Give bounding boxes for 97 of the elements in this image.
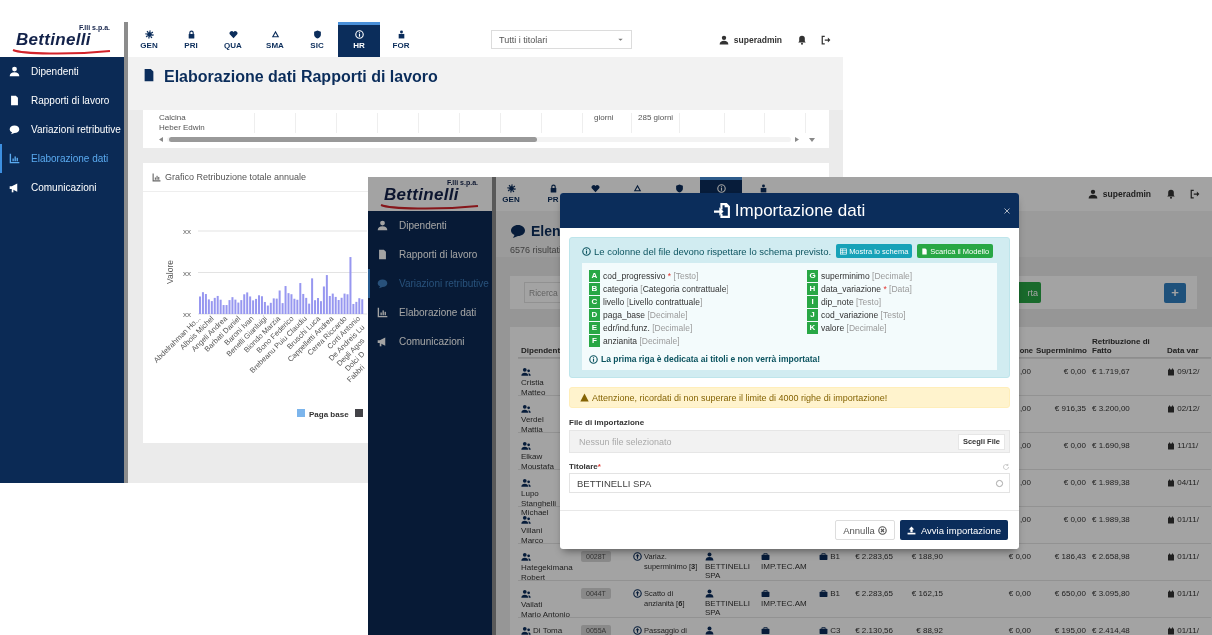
column-letter: E [589,321,600,334]
table-cell: Vailati Mario Antonio [521,600,570,619]
table-cell: € 1.989,38 [1092,515,1130,524]
table-cell: Calcina [159,113,186,122]
table-cell: € 0,00 [1063,515,1086,524]
table-cell: ,00 [1019,367,1031,376]
table-cell: € 195,00 [1054,626,1086,635]
tick-label: xx [183,310,191,319]
schema-field: valore [Decimale] [821,322,887,333]
column-letter: K [807,321,818,334]
schema-field: cod_progressivo * [Testo] [603,270,699,281]
table-cell: ,00 [1019,478,1031,487]
table-cell: € 650,00 [1054,589,1086,598]
table-cell: € 0,00 [1063,478,1086,487]
field-label: File di importazione [569,418,646,427]
schema-field: anzianita [Decimale] [603,335,680,346]
table-cell: € 2.414,48 [1092,626,1130,635]
table-cell: € 1.989,38 [1092,478,1130,487]
column-letter: F [589,334,600,347]
note-text: La prima riga è dedicata ai titoli e non verrà importata! [601,354,821,364]
page-title: Elen [531,223,561,239]
table-cell: € 0,00 [1008,626,1031,635]
table-cell: € 0,00 [1063,367,1086,376]
tick-label: xx [183,227,191,236]
table-cell: ,00 [1019,441,1031,450]
column-letter: C [589,295,600,308]
table-cell: € 916,35 [1054,404,1086,413]
table-cell: 09/12/ [1177,367,1200,376]
schema-field: superminimo [Decimale] [821,270,913,281]
info-text: Le colonne del file devono rispettare lo schema previsto. [594,245,832,257]
warning-text: Attenzione, ricordati di non superare il limite di 4000 righe di importazione! [592,392,888,403]
schema-field: edr/ind.funz. [Decimale] [603,322,693,333]
table-cell: IMP.TEC.AM [761,598,807,608]
result-count: 6576 risultati [510,245,562,255]
table-cell: 285 giorni [638,113,674,122]
table-cell: Lupo Stanghelli Michael [521,489,557,517]
dialog-title: Importazione dati [734,200,866,221]
table-cell: € 88,92 [916,626,943,635]
table-cell: € 3.200,00 [1092,404,1130,413]
tick-label: xx [183,268,191,278]
field-label: Titolare* [569,462,601,471]
column-letter: D [589,308,600,321]
username: superadmin [733,34,782,45]
username: superadmin [1102,189,1151,199]
schema-field: livello [Livello contrattuale] [603,296,703,307]
column-letter: I [807,295,818,308]
column-letter: J [807,308,818,321]
table-cell: € 0,00 [1063,441,1086,450]
table-cell: C3 [830,626,841,635]
table-cell: giorni [594,113,614,122]
column-letter: A [589,269,600,282]
table-cell: B1 [830,552,841,561]
table-cell: Di Toma [533,626,563,635]
table-cell: € 1.719,67 [1092,367,1130,376]
table-cell: 01/11/ [1177,589,1199,598]
schema-field: dip_note [Testo] [821,296,882,307]
table-cell: BETTINELLI SPA [705,598,750,617]
table-cell: € 188,90 [911,552,943,561]
table-cell: 01/11/ [1177,515,1199,524]
table-cell: Cristia Matteo [521,378,546,397]
table-cell: € 1.690,98 [1092,441,1130,450]
table-cell: Hategekimana Robert [521,563,573,582]
table-cell: 01/11/ [1177,552,1199,561]
table-cell: € 0,00 [1008,552,1031,561]
schema-field: paga_base [Decimale] [603,309,688,320]
table-cell: € 162,15 [911,589,943,598]
table-cell: ,00 [1019,404,1031,413]
table-cell: 01/11/ [1177,626,1199,635]
table-cell: 11/11/ [1177,441,1199,450]
table-cell: Villani Marco [521,526,544,545]
table-cell: 02/12/ [1177,404,1200,413]
logo-text: Bettinelli [384,185,459,204]
table-cell: BETTINELLI SPA [705,561,750,580]
table-cell: € 3.095,80 [1092,589,1130,598]
table-cell: Elkaw Moustafa [521,452,554,471]
table-cell: € 0,00 [1008,589,1031,598]
schema-field: data_variazione * [Data] [821,283,912,294]
column-letter: H [807,282,818,295]
table-cell: € 2.283,65 [855,589,893,598]
page-title: Elaborazione dati Rapporti di lavoro [164,68,438,86]
axis-title: Valore [165,260,175,284]
table-cell: € 2.130,56 [855,626,893,635]
table-cell: € 186,43 [1054,552,1086,561]
table-cell: IMP.TEC.AM [761,561,807,571]
schema-field: categoria [Categoria contrattuale] [603,283,729,294]
table-cell: Heber Edwin [159,123,205,132]
table-cell: € 2.658,98 [1092,552,1130,561]
table-cell: B1 [830,589,841,598]
logo-text: Bettinelli [16,31,91,49]
table-cell: ,00 [1019,515,1031,524]
table-cell: Verdel Mattia [521,415,544,434]
column-letter: B [589,282,600,295]
table-cell: € 2.283,65 [855,552,893,561]
chart-title: Grafico Retribuzione totale annuale [165,172,307,182]
schema-field: cod_variazione [Testo] [821,309,906,320]
column-letter: G [807,269,818,282]
table-cell: 04/11/ [1177,478,1199,487]
